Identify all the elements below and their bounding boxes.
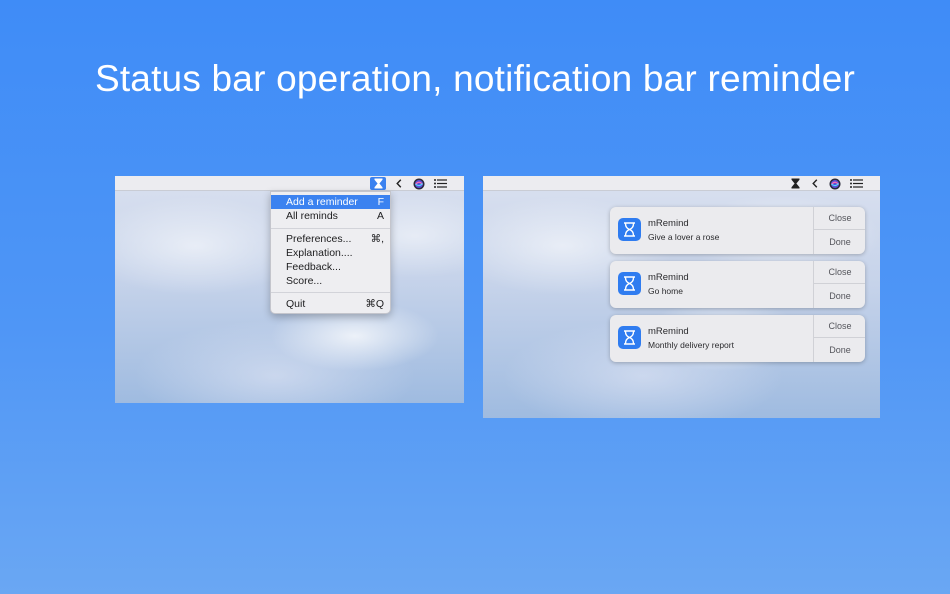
menu-bar — [115, 176, 464, 191]
menu-item-shortcut: ⌘, — [370, 233, 384, 245]
chevron-left-icon[interactable] — [810, 177, 820, 190]
notification-actions: Close Done — [813, 207, 865, 254]
notification-message: Go home — [648, 286, 683, 296]
notification[interactable]: mRemind Monthly delivery report Close Do… — [610, 315, 865, 362]
app-icon — [618, 272, 641, 295]
list-icon[interactable] — [849, 177, 863, 190]
menu-item-label: Preferences... — [286, 233, 352, 245]
done-button[interactable]: Done — [814, 231, 865, 254]
close-button[interactable]: Close — [814, 315, 865, 338]
menu-separator — [271, 292, 390, 293]
done-button[interactable]: Done — [814, 285, 865, 308]
menu-item-add-reminder[interactable]: Add a reminder F — [271, 195, 390, 209]
menu-item-score[interactable]: Score... — [271, 274, 390, 288]
notification-message: Give a lover a rose — [648, 232, 720, 242]
chevron-left-icon[interactable] — [394, 177, 404, 190]
menu-item-feedback[interactable]: Feedback... — [271, 260, 390, 274]
done-button[interactable]: Done — [814, 339, 865, 362]
menu-item-label: Score... — [286, 275, 323, 287]
menu-item-shortcut: F — [377, 196, 384, 208]
notification-app-name: mRemind — [648, 272, 689, 283]
menu-item-label: Add a reminder — [286, 196, 358, 208]
menu-item-label: Explanation.... — [286, 247, 353, 259]
siri-icon[interactable] — [412, 177, 426, 190]
menu-item-explanation[interactable]: Explanation.... — [271, 246, 390, 260]
menu-item-all-reminds[interactable]: All reminds A — [271, 209, 390, 223]
hourglass-icon[interactable] — [787, 177, 803, 190]
menu-item-preferences[interactable]: Preferences... ⌘, — [271, 232, 390, 246]
notification[interactable]: mRemind Go home Close Done — [610, 261, 865, 308]
right-screen: mRemind Give a lover a rose Close Done m… — [483, 176, 880, 418]
app-icon — [618, 218, 641, 241]
menu-item-label: Feedback... — [286, 261, 341, 273]
list-icon[interactable] — [433, 177, 447, 190]
menu-item-shortcut: A — [376, 210, 384, 222]
notification[interactable]: mRemind Give a lover a rose Close Done — [610, 207, 865, 254]
siri-icon[interactable] — [828, 177, 842, 190]
menu-item-label: All reminds — [286, 210, 338, 222]
left-screen: Add a reminder F All reminds A Preferenc… — [115, 176, 464, 403]
notification-actions: Close Done — [813, 261, 865, 308]
headline: Status bar operation, notification bar r… — [94, 58, 856, 99]
status-menu: Add a reminder F All reminds A Preferenc… — [270, 191, 391, 314]
notification-actions: Close Done — [813, 315, 865, 362]
menu-item-quit[interactable]: Quit ⌘Q — [271, 297, 390, 311]
notification-app-name: mRemind — [648, 326, 689, 337]
menu-item-shortcut: ⌘Q — [365, 298, 384, 310]
app-icon — [618, 326, 641, 349]
hourglass-icon[interactable] — [370, 177, 386, 190]
close-button[interactable]: Close — [814, 207, 865, 230]
menu-item-label: Quit — [286, 298, 306, 310]
menu-separator — [271, 228, 390, 229]
notification-app-name: mRemind — [648, 218, 689, 229]
close-button[interactable]: Close — [814, 261, 865, 284]
notification-message: Monthly delivery report — [648, 340, 734, 350]
menu-bar — [483, 176, 880, 191]
